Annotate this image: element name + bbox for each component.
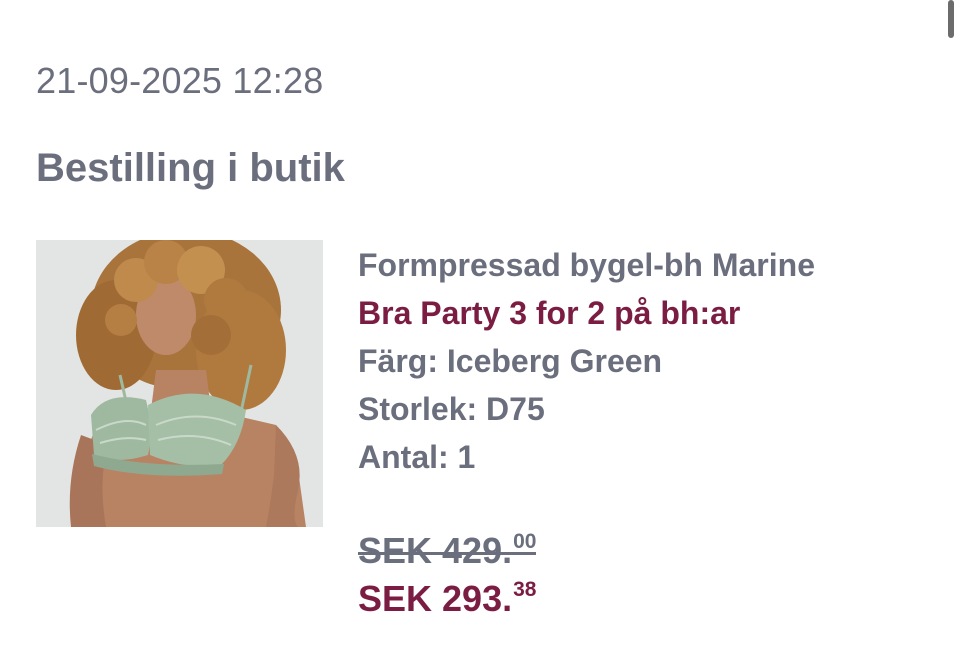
page-title: Bestilling i butik	[36, 146, 345, 190]
original-price-cents: 00	[513, 530, 537, 553]
product-photo-bra-icon	[36, 240, 323, 527]
product-name[interactable]: Formpressad bygel-bh Marine	[358, 243, 815, 291]
product-color: Färg: Iceberg Green	[358, 343, 663, 379]
product-size: Storlek: D75	[358, 391, 545, 427]
discounted-price: SEK 293.38	[358, 578, 536, 620]
scrollbar[interactable]	[948, 0, 954, 38]
original-price: SEK 429.00	[358, 530, 537, 572]
product-details: Formpressad bygel-bh Marine Bra Party 3 …	[358, 243, 815, 483]
promotion-label: Bra Party 3 for 2 på bh:ar	[358, 295, 741, 331]
order-timestamp: 21-09-2025 12:28	[36, 60, 324, 101]
original-price-strikethrough: SEK 429.00	[358, 530, 537, 572]
discounted-price-cents: 38	[513, 578, 537, 601]
product-quantity: Antal: 1	[358, 439, 476, 475]
original-price-main: SEK 429.	[358, 530, 513, 571]
product-image[interactable]	[36, 240, 323, 527]
discounted-price-main: SEK 293.	[358, 578, 513, 619]
